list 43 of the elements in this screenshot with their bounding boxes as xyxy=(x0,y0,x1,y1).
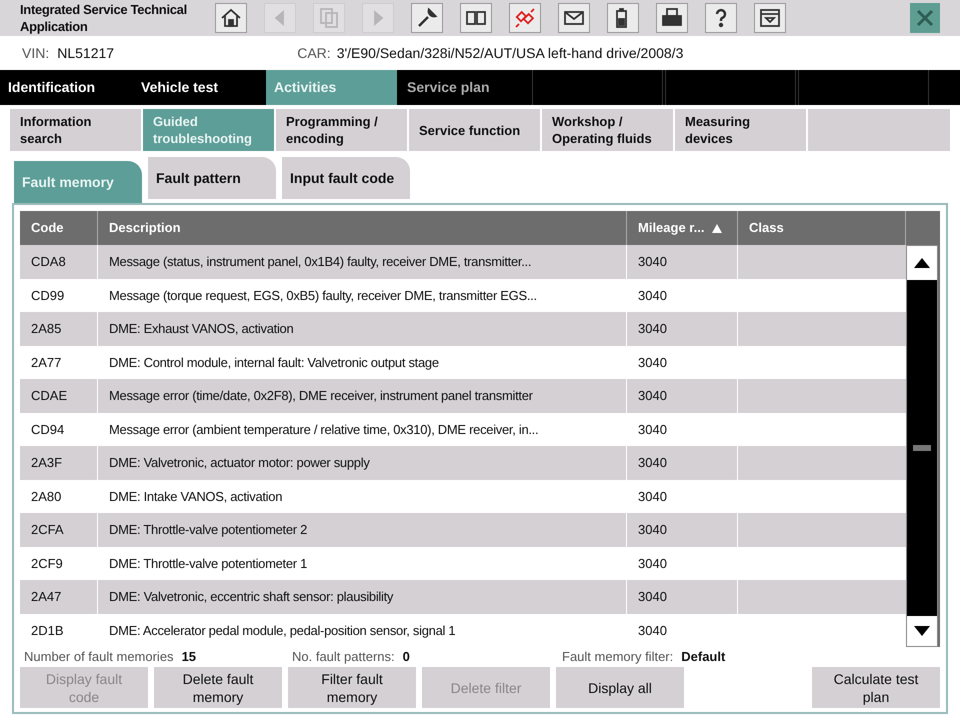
stat-value: 0 xyxy=(402,648,410,666)
toolbar-button[interactable] xyxy=(558,3,590,33)
toolbar-button[interactable] xyxy=(215,3,247,33)
sub-tab[interactable]: Programming / encoding xyxy=(276,109,407,151)
window-icon xyxy=(758,6,782,30)
app-title: Integrated Service Technical Application xyxy=(20,1,188,35)
stat-value: 15 xyxy=(182,648,196,666)
sub-tab[interactable]: Workshop / Operating fluids xyxy=(542,109,673,151)
car-value: 3'/E90/Sedan/328i/N52/AUT/USA left-hand drive/2008/3 xyxy=(336,44,684,62)
toolbar-button[interactable] xyxy=(411,3,443,33)
fault-tab[interactable]: Fault pattern xyxy=(148,157,276,199)
stat-value: Default xyxy=(681,648,726,666)
action-button[interactable]: Delete fault memory xyxy=(154,667,282,708)
stat-label: Fault memory filter: xyxy=(562,648,674,666)
toolbar-button[interactable] xyxy=(656,3,688,33)
toolbar-button[interactable] xyxy=(705,3,737,33)
toolbar-button[interactable] xyxy=(460,3,492,33)
fault-tab[interactable]: Input fault code xyxy=(282,157,410,199)
toolbar-button[interactable] xyxy=(754,3,786,33)
home-icon xyxy=(219,6,243,30)
vin-label: VIN: xyxy=(22,44,50,62)
stat-label: No. fault patterns: xyxy=(292,648,395,666)
action-button[interactable]: Filter fault memory xyxy=(288,667,416,708)
plug-connector-icon xyxy=(513,6,537,30)
scrollbar[interactable] xyxy=(906,245,938,647)
description-cell: DME: Accelerator pedal module, pedal-position sensor, signal 1 xyxy=(98,614,627,647)
toolbar-button[interactable] xyxy=(607,3,639,33)
code-cell: 2D1B xyxy=(20,614,98,647)
scroll-down-icon xyxy=(914,626,930,636)
sort-up-icon xyxy=(712,224,722,232)
sub-tab[interactable]: Service function xyxy=(409,109,540,151)
close-icon xyxy=(915,8,935,28)
action-button[interactable]: Calculate test plan xyxy=(812,667,940,708)
mileage-cell: 3040 xyxy=(627,614,738,647)
car-label: CAR: xyxy=(297,44,331,62)
sub-tab[interactable]: Measuring devices xyxy=(675,109,806,151)
copy-icon xyxy=(317,6,341,30)
vin-value: NL51217 xyxy=(57,44,116,62)
stat-label: Number of fault memories xyxy=(24,648,174,666)
scroll-up-icon xyxy=(914,258,930,268)
scroll-thumb-icon xyxy=(913,445,931,451)
action-button[interactable]: Display all xyxy=(556,667,684,708)
sub-tab[interactable]: Information search xyxy=(10,109,141,151)
